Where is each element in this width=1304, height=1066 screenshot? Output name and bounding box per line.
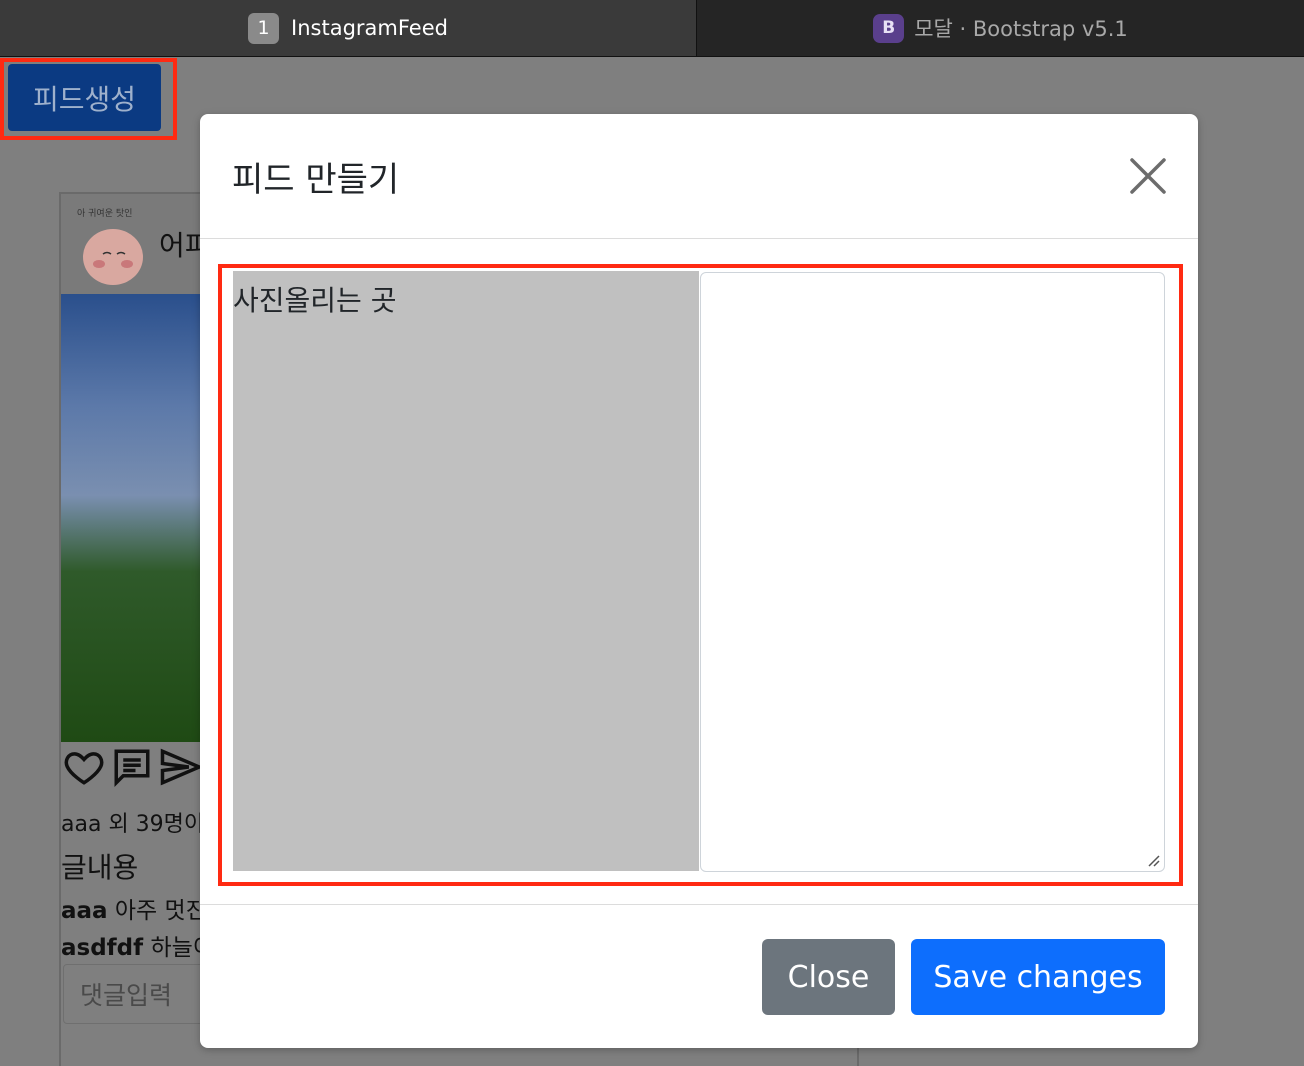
- likes-count: aaa 외 39명이: [61, 812, 205, 837]
- create-feed-button[interactable]: 피드생성: [8, 64, 161, 131]
- tab-number-badge: 1: [248, 12, 280, 44]
- close-icon[interactable]: [1126, 154, 1170, 198]
- tab-bootstrap-modal[interactable]: B 모달 · Bootstrap v5.1: [697, 0, 1304, 56]
- comment-item: aaa 아주 멋진: [61, 891, 207, 925]
- tab-instagramfeed[interactable]: 1 InstagramFeed: [0, 0, 697, 56]
- comment-user: asdfdf: [61, 935, 144, 961]
- comment-icon[interactable]: [111, 746, 153, 792]
- comment-item: asdfdf 하늘이: [61, 928, 214, 962]
- close-button[interactable]: Close: [762, 939, 895, 1015]
- post-content: 글내용: [61, 851, 139, 884]
- post-actions: [63, 746, 204, 792]
- photo-upload-label: 사진올리는 곳: [233, 284, 397, 317]
- avatar: 아 귀여운 탓인: [73, 202, 153, 290]
- photo-upload-area[interactable]: 사진올리는 곳: [233, 271, 699, 871]
- save-changes-button[interactable]: Save changes: [911, 939, 1165, 1015]
- resize-grip-icon[interactable]: [1146, 853, 1160, 867]
- modal-title: 피드 만들기: [232, 160, 400, 200]
- browser-tab-bar: 1 InstagramFeed B 모달 · Bootstrap v5.1: [0, 0, 1304, 57]
- feed-text-input[interactable]: [700, 272, 1165, 872]
- comment-user: aaa: [61, 898, 108, 924]
- avatar-caption: 아 귀여운 탓인: [77, 207, 132, 219]
- modal-footer: Close Save changes: [200, 904, 1198, 1048]
- create-feed-modal: 피드 만들기 사진올리는 곳 Close Save changes: [200, 114, 1198, 1048]
- modal-header: 피드 만들기: [200, 114, 1198, 239]
- send-icon[interactable]: [159, 746, 204, 792]
- tab-label: InstagramFeed: [291, 16, 448, 40]
- heart-icon[interactable]: [63, 746, 105, 792]
- tab-label: 모달 · Bootstrap v5.1: [914, 17, 1128, 41]
- comment-text: 아주 멋진: [114, 898, 207, 924]
- post-image: [61, 294, 206, 742]
- bootstrap-icon: B: [873, 13, 905, 43]
